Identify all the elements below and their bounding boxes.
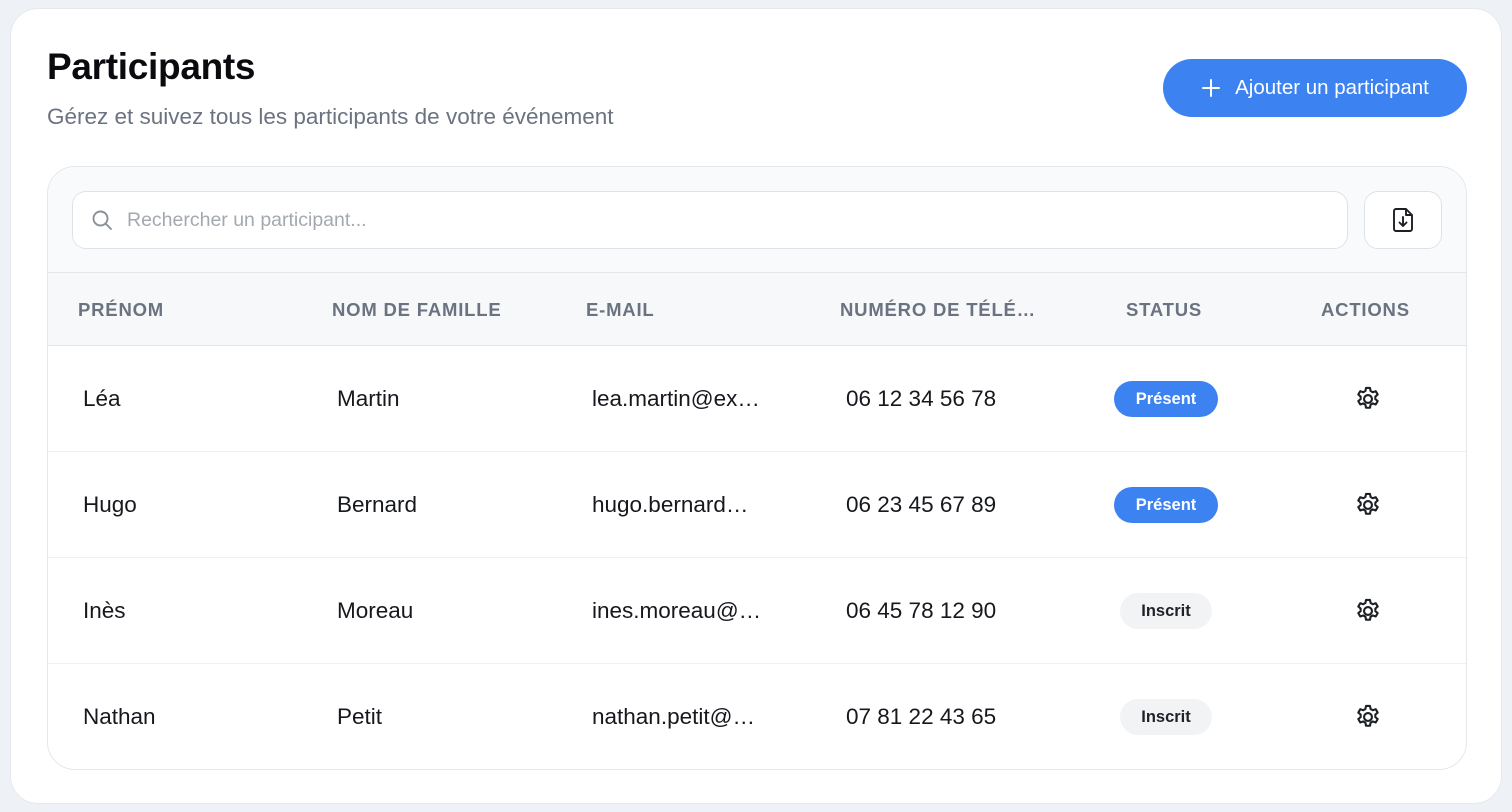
table-row[interactable]: Léa Martin lea.martin@ex… 06 12 34 56 78… bbox=[48, 346, 1466, 452]
gear-icon[interactable] bbox=[1354, 597, 1382, 625]
column-header-nom[interactable]: NOM DE FAMILLE bbox=[332, 273, 501, 346]
column-header-phone[interactable]: NUMÉRO DE TÉLÉ… bbox=[840, 273, 1036, 346]
cell-phone: 06 12 34 56 78 bbox=[846, 386, 997, 411]
status-badge: Présent bbox=[1114, 487, 1218, 523]
column-header-prenom[interactable]: PRÉNOM bbox=[78, 273, 164, 346]
search-icon bbox=[92, 210, 112, 230]
search-box bbox=[72, 191, 1348, 249]
column-header-email[interactable]: E-MAIL bbox=[586, 273, 655, 346]
cell-prenom: Nathan bbox=[83, 704, 156, 729]
column-header-status[interactable]: STATUS bbox=[1126, 273, 1202, 346]
page-title: Participants bbox=[47, 46, 256, 87]
search-input[interactable] bbox=[127, 192, 1347, 248]
export-button[interactable] bbox=[1364, 191, 1442, 249]
cell-nom: Bernard bbox=[337, 492, 418, 517]
table-toolbar bbox=[48, 167, 1466, 273]
cell-nom: Petit bbox=[337, 704, 383, 729]
participants-table-panel: PRÉNOM NOM DE FAMILLE E-MAIL NUMÉRO DE T… bbox=[47, 166, 1467, 770]
cell-nom: Martin bbox=[337, 386, 400, 411]
gear-icon[interactable] bbox=[1354, 385, 1382, 413]
cell-phone: 06 23 45 67 89 bbox=[846, 492, 997, 517]
cell-phone: 06 45 78 12 90 bbox=[846, 598, 997, 623]
cell-email: lea.martin@ex… bbox=[592, 386, 760, 411]
plus-icon bbox=[1202, 79, 1221, 97]
cell-phone: 07 81 22 43 65 bbox=[846, 704, 997, 729]
add-participant-label: Ajouter un participant bbox=[1235, 76, 1429, 99]
status-badge: Inscrit bbox=[1120, 593, 1212, 629]
table-row[interactable]: Hugo Bernard hugo.bernard… 06 23 45 67 8… bbox=[48, 452, 1466, 558]
table-row[interactable]: Inès Moreau ines.moreau@… 06 45 78 12 90… bbox=[48, 558, 1466, 664]
cell-email: ines.moreau@… bbox=[592, 598, 762, 623]
page-subtitle: Gérez et suivez tous les participants de… bbox=[47, 104, 614, 129]
column-header-actions: ACTIONS bbox=[1321, 299, 1410, 320]
cell-email: hugo.bernard… bbox=[592, 492, 749, 517]
table-header: PRÉNOM NOM DE FAMILLE E-MAIL NUMÉRO DE T… bbox=[48, 273, 1466, 346]
gear-icon[interactable] bbox=[1354, 491, 1382, 519]
status-badge: Inscrit bbox=[1120, 699, 1212, 735]
status-badge: Présent bbox=[1114, 381, 1218, 417]
cell-prenom: Léa bbox=[83, 386, 121, 411]
file-download-icon bbox=[1393, 208, 1413, 232]
gear-icon[interactable] bbox=[1354, 703, 1382, 731]
table-row[interactable]: Nathan Petit nathan.petit@… 07 81 22 43 … bbox=[48, 664, 1466, 769]
table-body: Léa Martin lea.martin@ex… 06 12 34 56 78… bbox=[48, 346, 1466, 769]
participants-card: Participants Gérez et suivez tous les pa… bbox=[10, 8, 1502, 804]
cell-prenom: Hugo bbox=[83, 492, 137, 517]
cell-nom: Moreau bbox=[337, 598, 414, 623]
cell-email: nathan.petit@… bbox=[592, 704, 755, 729]
page-header: Participants Gérez et suivez tous les pa… bbox=[47, 47, 614, 131]
add-participant-button[interactable]: Ajouter un participant bbox=[1163, 59, 1467, 117]
cell-prenom: Inès bbox=[83, 598, 126, 623]
